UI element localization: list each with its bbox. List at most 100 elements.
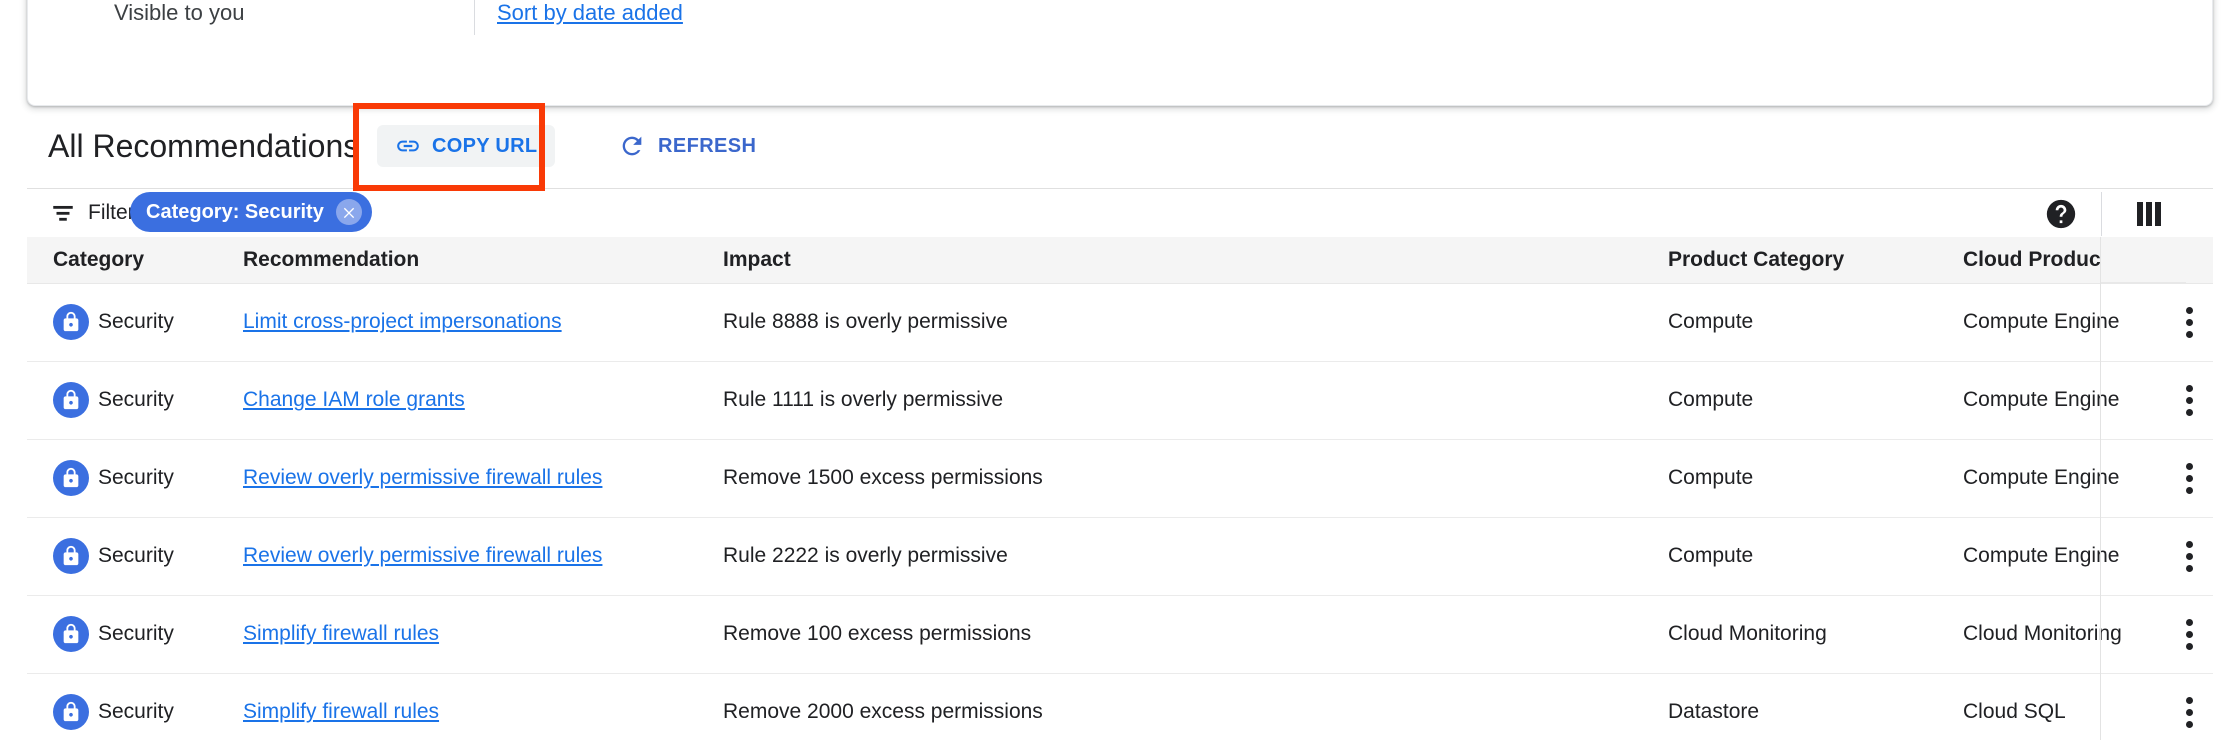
menu-dot	[2185, 540, 2193, 548]
cell-category: Security	[27, 673, 243, 740]
recommendations-table-container: Category Recommendation Impact Product C…	[27, 237, 2213, 740]
cell-recommendation: Simplify firewall rules	[243, 673, 723, 740]
more-vert-icon[interactable]	[2167, 456, 2211, 500]
cell-actions	[2153, 595, 2213, 674]
menu-dot	[2185, 564, 2193, 572]
menu-dot	[2185, 330, 2193, 338]
table-row[interactable]: Security Simplify firewall rules Remove 20…	[27, 673, 2213, 740]
help-icon[interactable]	[2044, 197, 2078, 231]
cell-actions	[2153, 517, 2213, 596]
cell-category: Security	[27, 283, 243, 362]
column-header-label: Recommendation	[243, 247, 420, 271]
column-header-category[interactable]: Category	[27, 237, 243, 284]
table-row[interactable]: Security Limit cross-project impersonatio…	[27, 283, 2213, 362]
cell-product-category: Compute	[1668, 361, 1963, 440]
table-row[interactable]: Security Simplify firewall rules Remove 10…	[27, 595, 2213, 674]
filter-chip-label: Category: Security	[146, 200, 324, 223]
menu-dot	[2185, 618, 2193, 626]
column-bar	[2146, 202, 2152, 226]
cell-impact: Rule 1111 is overly permissive	[723, 361, 1668, 440]
filter-bar: Filter Category: Security	[0, 189, 2240, 237]
table-head: Category Recommendation Impact Product C…	[27, 237, 2213, 284]
lock-icon	[53, 616, 89, 652]
column-settings-icon[interactable]	[2132, 197, 2166, 231]
column-header-actions	[2153, 237, 2213, 284]
column-header-label: Product Category	[1668, 247, 1845, 271]
category-label: Security	[98, 700, 174, 723]
column-bar	[2155, 202, 2161, 226]
link-icon	[395, 133, 421, 159]
more-vert-icon[interactable]	[2167, 378, 2211, 422]
cell-recommendation: Limit cross-project impersonations	[243, 283, 723, 362]
menu-dot	[2185, 486, 2193, 494]
cell-product-category: Compute	[1668, 517, 1963, 596]
page-root: Visible to you Sort by date added All Re…	[0, 0, 2240, 740]
recommendation-link[interactable]: Simplify firewall rules	[243, 622, 439, 645]
category-label: Security	[98, 466, 174, 489]
table-row[interactable]: Security Review overly permissive firewal…	[27, 439, 2213, 518]
category-label: Security	[98, 310, 174, 333]
cell-recommendation: Change IAM role grants	[243, 361, 723, 440]
menu-dot	[2185, 696, 2193, 704]
recommendation-link[interactable]: Limit cross-project impersonations	[243, 310, 562, 333]
recommendation-link[interactable]: Review overly permissive firewall rules	[243, 466, 602, 489]
cell-impact: Remove 2000 excess permissions	[723, 673, 1668, 740]
recommendation-link[interactable]: Review overly permissive firewall rules	[243, 544, 602, 567]
cell-recommendation: Review overly permissive firewall rules	[243, 517, 723, 596]
column-header-label: Category	[53, 247, 145, 271]
cell-cloud-product: Cloud Monitoring	[1963, 595, 2153, 674]
refresh-icon	[618, 132, 646, 160]
cell-impact: Remove 1500 excess permissions	[723, 439, 1668, 518]
menu-dot	[2185, 306, 2193, 314]
cell-actions	[2153, 439, 2213, 518]
menu-dot	[2185, 474, 2193, 482]
table-row[interactable]: Security Change IAM role grants Rule 1111 …	[27, 361, 2213, 440]
cell-product-category: Cloud Monitoring	[1668, 595, 1963, 674]
section-header: All Recommendations COPY URL REFRESH	[0, 118, 2240, 174]
refresh-label: REFRESH	[658, 134, 757, 157]
cell-category: Security	[27, 439, 243, 518]
cell-cloud-product: Compute Engine	[1963, 517, 2153, 596]
menu-dot	[2185, 384, 2193, 392]
lock-icon	[53, 694, 89, 730]
more-vert-icon[interactable]	[2167, 612, 2211, 656]
cell-product-category: Compute	[1668, 283, 1963, 362]
menu-dot	[2185, 396, 2193, 404]
filter-toggle[interactable]: Filter	[50, 195, 135, 231]
cell-category: Security	[27, 361, 243, 440]
menu-dot	[2185, 708, 2193, 716]
cell-category: Security	[27, 595, 243, 674]
more-vert-icon[interactable]	[2167, 300, 2211, 344]
sort-by-date-added-link[interactable]: Sort by date added	[497, 1, 683, 25]
cell-actions	[2153, 673, 2213, 740]
more-vert-icon[interactable]	[2167, 534, 2211, 578]
lock-icon	[53, 304, 89, 340]
filter-list-icon	[50, 200, 76, 226]
category-label: Security	[98, 388, 174, 411]
column-bar	[2137, 202, 2143, 226]
column-header-label: Impact	[723, 247, 791, 271]
recommendation-link[interactable]: Change IAM role grants	[243, 388, 465, 411]
cell-actions	[2153, 283, 2213, 362]
more-vert-icon[interactable]	[2167, 690, 2211, 734]
recommendation-link[interactable]: Simplify firewall rules	[243, 700, 439, 723]
column-header-impact[interactable]: Impact	[723, 237, 1668, 284]
refresh-button[interactable]: REFRESH	[604, 125, 770, 167]
visibility-card: Visible to you Sort by date added	[27, 0, 2213, 106]
cell-product-category: Datastore	[1668, 673, 1963, 740]
menu-dot	[2185, 408, 2193, 416]
cell-impact: Rule 2222 is overly permissive	[723, 517, 1668, 596]
close-circle-icon[interactable]	[335, 199, 362, 225]
lock-icon	[53, 538, 89, 574]
copy-url-button[interactable]: COPY URL	[377, 125, 556, 167]
column-header-product-category[interactable]: Product Category	[1668, 237, 1963, 284]
column-header-recommendation[interactable]: Recommendation	[243, 237, 723, 284]
visibility-card-row: Visible to you Sort by date added	[28, 0, 2212, 41]
cell-impact: Rule 8888 is overly permissive	[723, 283, 1668, 362]
cell-recommendation: Simplify firewall rules	[243, 595, 723, 674]
column-header-cloud-product[interactable]: Cloud Product	[1963, 237, 2153, 284]
filter-label: Filter	[88, 201, 135, 224]
table-row[interactable]: Security Review overly permissive firewal…	[27, 517, 2213, 596]
filter-chip-category-security[interactable]: Category: Security	[130, 192, 372, 232]
cell-category: Security	[27, 517, 243, 596]
